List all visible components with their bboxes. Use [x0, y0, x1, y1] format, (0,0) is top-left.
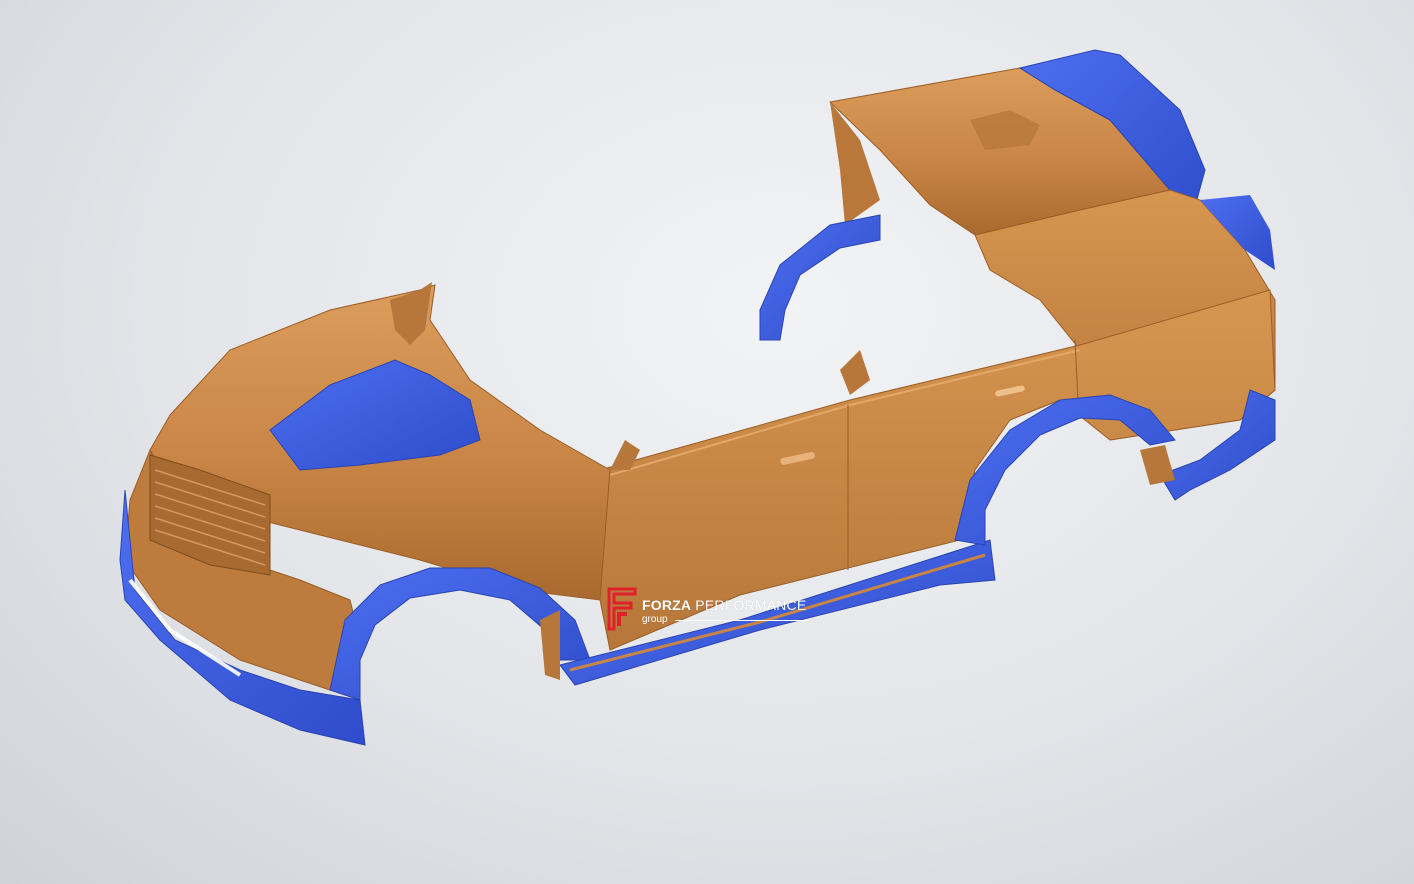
forza-logo-icon [607, 587, 637, 631]
brand-name: FORZA PERFORMANCE [642, 597, 806, 613]
brand-name-bold: FORZA [642, 597, 692, 613]
upper-rear-arch [759, 214, 881, 341]
render-viewport: FORZA PERFORMANCE group [0, 0, 1414, 884]
brand-watermark: FORZA PERFORMANCE group [603, 585, 818, 633]
brand-subtitle: group [642, 614, 668, 625]
car-body-kit-render [119, 49, 1276, 746]
brand-name-light: PERFORMANCE [691, 597, 807, 613]
brand-underline [675, 620, 809, 621]
